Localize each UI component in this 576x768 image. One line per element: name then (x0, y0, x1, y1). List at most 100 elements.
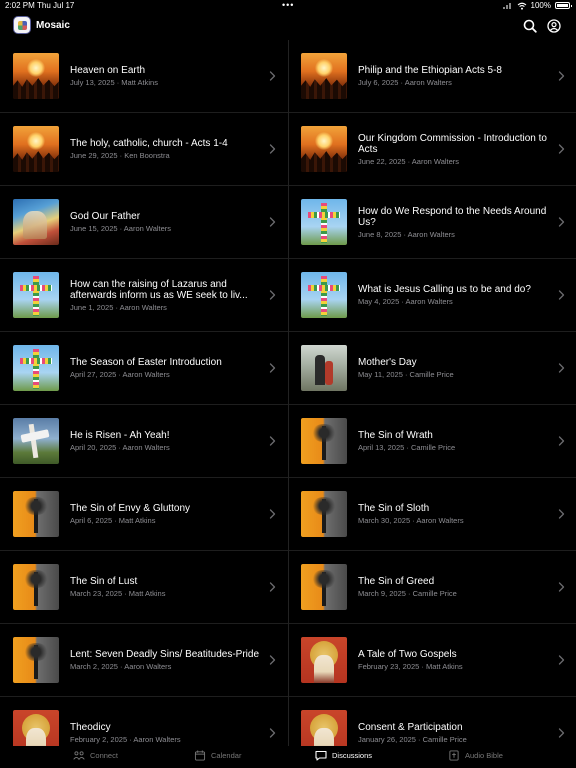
discussion-text: Heaven on Earth July 13, 2025 · Matt Atk… (70, 40, 260, 112)
discussion-title: The holy, catholic, church - Acts 1-4 (70, 138, 228, 150)
discussion-title: The Sin of Greed (358, 576, 435, 588)
discussion-meta: April 13, 2025 · Camille Price (358, 442, 456, 452)
discussion-meta: June 22, 2025 · Aaron Walters (358, 156, 460, 166)
search-button[interactable] (520, 16, 540, 36)
chevron-right-icon (269, 71, 276, 81)
discussion-row[interactable]: The holy, catholic, church - Acts 1-4 Ju… (0, 113, 288, 186)
chevron-right-icon (269, 363, 276, 373)
status-time: 2:02 PM (5, 1, 35, 10)
discussion-row[interactable]: The Sin of Sloth March 30, 2025 · Aaron … (289, 478, 576, 551)
discussion-title: Consent & Participation (358, 722, 463, 734)
chevron-right-icon (558, 509, 565, 519)
chevron-right-icon (558, 144, 565, 154)
discussion-meta: June 29, 2025 · Ken Boonstra (70, 150, 170, 160)
discussion-row[interactable]: Philip and the Ethiopian Acts 5-8 July 6… (289, 40, 576, 113)
discussion-thumbnail (13, 272, 59, 318)
discussion-meta: February 23, 2025 · Matt Atkins (358, 661, 463, 671)
discussion-title: Lent: Seven Deadly Sins/ Beatitudes-Prid… (70, 649, 259, 661)
discussion-row[interactable]: Our Kingdom Commission - Introduction to… (289, 113, 576, 186)
chevron-right-icon (269, 728, 276, 738)
discussion-thumbnail (301, 53, 347, 99)
app-header: Mosaic (0, 12, 576, 40)
discussion-row[interactable]: The Season of Easter Introduction April … (0, 332, 288, 405)
app-title: Mosaic (36, 20, 70, 31)
discussion-thumbnail (13, 418, 59, 464)
discussion-text: Lent: Seven Deadly Sins/ Beatitudes-Prid… (70, 624, 260, 696)
discussion-row[interactable]: The Sin of Lust March 23, 2025 · Matt At… (0, 551, 288, 624)
discussion-row[interactable]: Mother's Day May 11, 2025 · Camille Pric… (289, 332, 576, 405)
discussion-title: The Sin of Envy & Gluttony (70, 503, 191, 515)
discussion-title: The Sin of Sloth (358, 503, 430, 515)
account-icon (547, 19, 561, 33)
discussion-text: Consent & Participation January 26, 2025… (358, 697, 549, 746)
discussion-row[interactable]: He is Risen - Ah Yeah! April 20, 2025 · … (0, 405, 288, 478)
discussion-text: The Season of Easter Introduction April … (70, 332, 260, 404)
discussion-thumbnail (13, 637, 59, 683)
tab-connect[interactable]: Connect (73, 750, 118, 761)
chevron-right-icon (558, 217, 565, 227)
discussion-title: How can the raising of Lazarus and after… (70, 278, 248, 302)
discussion-row[interactable]: God Our Father June 15, 2025 · Aaron Wal… (0, 186, 288, 259)
tab-label: Discussions (332, 751, 373, 760)
account-button[interactable] (544, 16, 564, 36)
discussion-meta: March 2, 2025 · Aaron Walters (70, 661, 172, 671)
discussion-thumbnail (13, 710, 59, 746)
discussion-meta: July 13, 2025 · Matt Atkins (70, 77, 158, 87)
discussion-meta: February 2, 2025 · Aaron Walters (70, 734, 181, 744)
discussion-row[interactable]: The Sin of Wrath April 13, 2025 · Camill… (289, 405, 576, 478)
discussion-thumbnail (301, 418, 347, 464)
tab-calendar[interactable]: Calendar (194, 750, 241, 761)
multitask-dots[interactable]: ••• (282, 0, 294, 10)
wifi-icon (517, 2, 526, 10)
discussion-text: The Sin of Greed March 9, 2025 · Camille… (358, 551, 549, 623)
discussion-title: The Sin of Lust (70, 576, 138, 588)
discussion-text: Our Kingdom Commission - Introduction to… (358, 113, 549, 185)
discussion-text: What is Jesus Calling us to be and do? M… (358, 259, 549, 331)
discussions-column-left: Heaven on Earth July 13, 2025 · Matt Atk… (0, 40, 288, 746)
discussion-text: A Tale of Two Gospels February 23, 2025 … (358, 624, 549, 696)
discussion-row[interactable]: The Sin of Greed March 9, 2025 · Camille… (289, 551, 576, 624)
discussion-title: The Season of Easter Introduction (70, 357, 222, 369)
discussion-text: Theodicy February 2, 2025 · Aaron Walter… (70, 697, 260, 746)
discussion-row[interactable]: Lent: Seven Deadly Sins/ Beatitudes-Prid… (0, 624, 288, 697)
discussion-meta: April 20, 2025 · Aaron Walters (70, 442, 170, 452)
discussion-title: What is Jesus Calling us to be and do? (358, 284, 531, 296)
discussion-title: A Tale of Two Gospels (358, 649, 457, 661)
chevron-right-icon (558, 728, 565, 738)
chevron-right-icon (558, 582, 565, 592)
battery-percent: 100% (530, 1, 551, 10)
discussion-row[interactable]: How do We Respond to the Needs Around Us… (289, 186, 576, 259)
discussion-title: Heaven on Earth (70, 65, 146, 77)
chat-icon (315, 750, 327, 761)
tab-label: Connect (90, 751, 118, 760)
tab-audio-bible[interactable]: Audio Bible (448, 750, 503, 761)
discussion-row[interactable]: The Sin of Envy & Gluttony April 6, 2025… (0, 478, 288, 551)
people-icon (73, 751, 85, 761)
discussion-meta: June 1, 2025 · Aaron Walters (70, 302, 167, 312)
discussion-text: How can the raising of Lazarus and after… (70, 259, 260, 331)
tab-bar: Connect Calendar Discussions Audio Bible (0, 746, 576, 768)
discussion-row[interactable]: What is Jesus Calling us to be and do? M… (289, 259, 576, 332)
discussion-row[interactable]: Theodicy February 2, 2025 · Aaron Walter… (0, 697, 288, 746)
tab-discussions[interactable]: Discussions (315, 750, 372, 761)
search-icon (523, 19, 537, 33)
status-indicators: 100% (502, 1, 572, 10)
discussion-row[interactable]: Heaven on Earth July 13, 2025 · Matt Atk… (0, 40, 288, 113)
discussion-row[interactable]: How can the raising of Lazarus and after… (0, 259, 288, 332)
discussion-meta: March 9, 2025 · Camille Price (358, 588, 457, 598)
discussion-title: How do We Respond to the Needs Around Us… (358, 205, 547, 229)
discussion-row[interactable]: A Tale of Two Gospels February 23, 2025 … (289, 624, 576, 697)
chevron-right-icon (269, 509, 276, 519)
discussion-title: He is Risen - Ah Yeah! (70, 430, 170, 442)
discussion-meta: June 15, 2025 · Aaron Walters (70, 223, 172, 233)
discussion-text: Philip and the Ethiopian Acts 5-8 July 6… (358, 40, 549, 112)
discussion-row[interactable]: Consent & Participation January 26, 2025… (289, 697, 576, 746)
discussion-thumbnail (301, 564, 347, 610)
discussion-text: How do We Respond to the Needs Around Us… (358, 186, 549, 258)
discussion-meta: July 6, 2025 · Aaron Walters (358, 77, 452, 87)
tab-label: Calendar (211, 751, 242, 760)
discussion-text: Mother's Day May 11, 2025 · Camille Pric… (358, 332, 549, 404)
discussion-title: Mother's Day (358, 357, 417, 369)
chevron-right-icon (269, 655, 276, 665)
discussion-thumbnail (13, 345, 59, 391)
